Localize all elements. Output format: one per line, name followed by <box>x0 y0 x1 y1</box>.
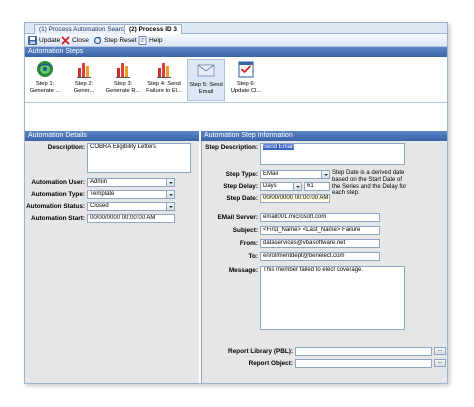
step-6-label-line2: Update Cl... <box>230 87 262 94</box>
automation-type-value: Template <box>90 191 115 197</box>
automation-user-label: Automation User: <box>31 179 85 186</box>
close-button[interactable]: Close <box>61 35 89 46</box>
step-2-label-line1: Step 2: <box>74 81 94 87</box>
step-3-label-line1: Step 3: <box>113 81 133 87</box>
step-date-field[interactable]: 00/00/0000 00:00:00 AM <box>260 194 330 203</box>
automation-status-select[interactable]: Closed <box>87 202 175 211</box>
to-field[interactable]: enrollmentdept@benelect.com <box>260 252 380 261</box>
subject-label: Subject: <box>232 227 258 234</box>
automation-user-select[interactable]: Admin <box>87 178 175 187</box>
from-label: From: <box>239 240 258 247</box>
report-library-label: Report Library (PBL): <box>228 348 293 355</box>
step-delay-label: Step Delay: <box>223 183 258 190</box>
description-field[interactable]: COBRA Eligibility Letters <box>87 143 191 173</box>
step-delay-value-field[interactable]: 61 <box>304 182 330 191</box>
reset-icon <box>93 36 102 45</box>
description-label: Description: <box>47 144 85 151</box>
automation-steps-header: Automation Steps <box>25 47 447 57</box>
automation-details-panel: Description: COBRA Eligibility Letters A… <box>25 141 199 383</box>
step-delay-unit-value: Days <box>263 183 277 189</box>
step-6-label-line1: Step 6: <box>236 81 256 87</box>
automation-status-label: Automation Status: <box>26 203 85 210</box>
automation-type-select[interactable]: Template <box>87 190 175 199</box>
step-date-label: Step Date: <box>226 195 258 202</box>
step-description-field[interactable]: Send Email <box>260 143 405 165</box>
automation-steps-strip: Step 1: Generate ... Step 2: Gener... St… <box>25 57 447 103</box>
to-label: To: <box>248 253 258 260</box>
message-label: Message: <box>228 267 258 274</box>
tab-process-id-3[interactable]: (2) Process ID 3 <box>124 24 182 34</box>
report-icon <box>154 59 174 79</box>
message-field[interactable]: This member failed to elect coverage. <box>260 266 405 330</box>
step-delay-unit-select[interactable]: Days <box>260 182 302 191</box>
step-2-label-line2: Gener... <box>73 87 95 94</box>
automation-start-label: Automation Start: <box>31 215 85 222</box>
subject-field[interactable]: <First_Name> <Last_Name> Failure <box>260 226 380 235</box>
step-3-item[interactable]: Step 3: Generate R... <box>104 59 142 101</box>
step-1-label-line1: Step 1: <box>35 81 55 87</box>
save-icon <box>28 36 37 45</box>
from-field[interactable]: dataservices@vbasoftware.net <box>260 239 380 248</box>
step-1-label-line2: Generate ... <box>29 87 61 94</box>
help-button[interactable]: Help <box>138 35 163 46</box>
step-reset-button[interactable]: Step Reset <box>93 35 137 46</box>
help-label: Help <box>149 37 163 44</box>
step-4-item[interactable]: Step 4: Send Failure to El... <box>143 59 185 101</box>
chevron-down-icon[interactable] <box>166 179 174 186</box>
step-3-label-line2: Generate R... <box>105 87 141 94</box>
chevron-down-icon[interactable] <box>321 171 329 178</box>
step-2-item[interactable]: Step 2: Gener... <box>65 59 103 101</box>
report-object-field[interactable] <box>295 359 432 368</box>
report-object-browse-button[interactable]: ... <box>434 359 446 367</box>
step-5-label-line2: Email <box>198 88 214 95</box>
automation-type-label: Automation Type: <box>31 191 85 198</box>
chevron-down-icon[interactable] <box>293 183 301 190</box>
chevron-down-icon[interactable] <box>166 191 174 198</box>
step-description-value: Send Email <box>263 144 294 150</box>
report-library-field[interactable] <box>295 347 432 356</box>
step-type-select[interactable]: EMail <box>260 170 330 179</box>
help-icon <box>138 36 147 45</box>
update-button[interactable]: Update <box>28 35 60 46</box>
automation-status-value: Closed <box>90 203 109 209</box>
step-description-label: Step Description: <box>205 144 258 151</box>
toolbar: Update Close Step Reset Help <box>25 34 447 47</box>
step-5-item[interactable]: Step 5: Send Email <box>187 59 225 101</box>
step-date-note: Step Date is a derived date based on the… <box>332 170 407 197</box>
step-5-label-line1: Step 5: Send <box>189 82 223 88</box>
app-window: (1) Process Automation Search (2) Proces… <box>24 22 448 384</box>
close-icon <box>61 36 70 45</box>
envelope-icon <box>196 60 216 80</box>
checklist-icon <box>236 59 256 79</box>
chevron-down-icon[interactable] <box>166 203 174 210</box>
automation-details-header: Automation Details <box>25 131 199 141</box>
step-type-label: Step Type: <box>225 171 258 178</box>
email-server-field[interactable]: email001.microsoft.com <box>260 213 380 222</box>
automation-start-field[interactable]: 00/00/0000 00:00:00 AM <box>87 214 175 223</box>
email-server-label: EMail Server: <box>217 214 259 221</box>
step-information-header: Automation Step Information <box>201 131 447 141</box>
update-label: Update <box>39 37 61 44</box>
step-information-panel: Step Description: Send Email Step Type: … <box>201 141 447 383</box>
report-icon <box>74 59 94 79</box>
step-1-item[interactable]: Step 1: Generate ... <box>26 59 64 101</box>
tab-bar: (1) Process Automation Search (2) Proces… <box>25 23 447 34</box>
step-4-label-line2: Failure to El... <box>146 87 182 94</box>
gear-globe-icon <box>35 59 55 79</box>
report-library-browse-button[interactable]: ... <box>434 347 446 355</box>
step-4-label-line1: Step 4: Send <box>147 81 181 87</box>
close-label: Close <box>72 37 89 44</box>
automation-user-value: Admin <box>90 179 108 185</box>
report-object-label: Report Object: <box>248 360 293 367</box>
report-icon <box>113 59 133 79</box>
step-reset-label: Step Reset <box>104 37 137 44</box>
step-6-item[interactable]: Step 6: Update Cl... <box>227 59 265 101</box>
step-type-value: EMail <box>263 171 279 177</box>
tab-process-automation-search[interactable]: (1) Process Automation Search <box>34 24 133 34</box>
